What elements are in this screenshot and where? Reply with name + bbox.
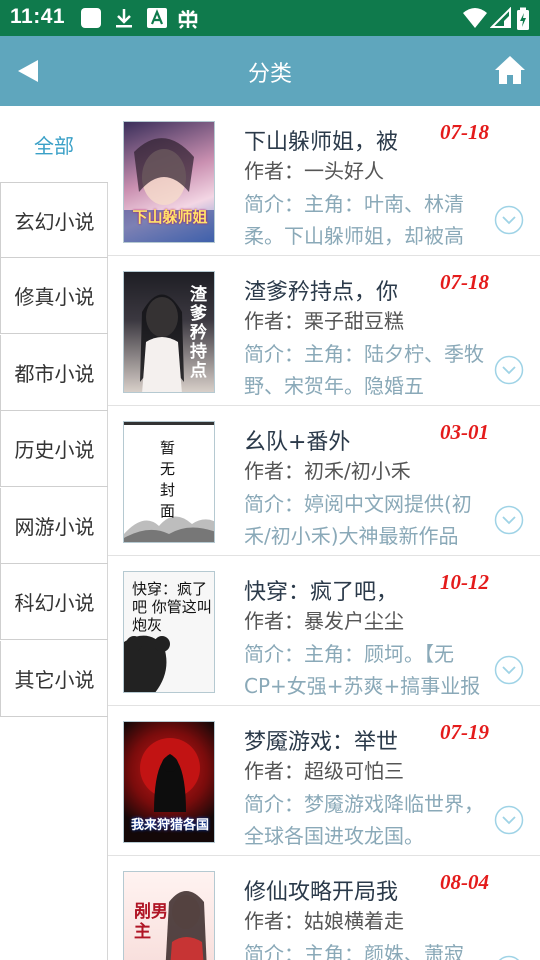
book-item[interactable]: 快穿：疯了吧 你管这叫炮灰 快穿：疯了吧， 10-12 作者：暴发户尘尘 简介：… [108,556,540,706]
book-cover[interactable]: 暂无封面 [123,421,215,543]
book-cover[interactable]: 剐男主 [123,871,215,960]
cover-title: 剐男主 [134,902,168,942]
cover-title: 快穿：疯了吧 你管这叫炮灰 [132,580,212,634]
battery-icon [516,7,530,35]
category-lishi[interactable]: 历史小说 [0,411,108,487]
category-xiuzhen[interactable]: 修真小说 [0,258,108,334]
book-intro: 简介：婷阅中文网提供(初禾/初小禾)大神最新作品 [244,492,472,548]
book-date: 08-04 [440,870,489,894]
book-title: 梦魇游戏：举世 [244,730,399,755]
expand-button[interactable] [494,955,524,960]
app-notification-icon [80,7,102,33]
book-intro: 简介：主角：顾坷。【无CP+女强+苏爽+搞事业报 [244,642,481,698]
book-item[interactable]: 下山躲师姐 下山躲师姐，被 07-18 作者：一头好人 简介：主角：叶南、林清柔… [108,106,540,256]
book-title: 下山躲师姐，被 [244,130,399,155]
bug-app-icon [176,7,200,35]
category-kehuan[interactable]: 科幻小说 [0,564,108,640]
category-sidebar: 全部 玄幻小说 修真小说 都市小说 历史小说 网游小说 科幻小说 其它小说 [0,106,108,960]
book-title: 幺队+番外 [244,430,351,455]
status-time: 11:41 [10,5,66,28]
book-date: 03-01 [440,420,489,444]
font-app-icon [146,7,168,33]
home-icon [495,56,525,84]
cover-title: 我来狩猎各国 [130,818,209,833]
cover-title: 渣爹矜持点 [190,285,207,381]
book-title: 快穿：疯了吧， [244,580,399,605]
book-date: 07-18 [440,120,489,144]
book-list: 下山躲师姐 下山躲师姐，被 07-18 作者：一头好人 简介：主角：叶南、林清柔… [108,106,540,960]
app-header: 分类 [0,36,540,106]
book-intro: 简介：主角：颜姝、萧寂 [244,942,464,960]
home-button[interactable] [494,54,526,86]
book-date: 07-18 [440,270,489,294]
expand-button[interactable] [494,505,524,535]
category-xuanhuan[interactable]: 玄幻小说 [0,182,108,258]
book-title: 渣爹矜持点，你 [244,280,399,305]
chevron-down-circle-icon [494,355,524,385]
book-item[interactable]: 渣爹矜持点 渣爹矜持点，你 07-18 作者：栗子甜豆糕 简介：主角：陆夕柠、季… [108,256,540,406]
cover-title: 下山躲师姐 [132,208,208,226]
expand-button[interactable] [494,655,524,685]
book-cover[interactable]: 下山躲师姐 [123,121,215,243]
cover-title: 暂无封面 [160,439,176,520]
download-icon [113,7,135,33]
page-title: 分类 [247,62,292,87]
book-intro: 简介：主角：叶南、林清柔。下山躲师姐，却被高 [244,192,464,248]
book-author: 作者：一头好人 [244,159,384,183]
book-cover[interactable]: 快穿：疯了吧 你管这叫炮灰 [123,571,215,693]
chevron-down-circle-icon [498,955,520,960]
chevron-down-circle-icon [494,655,524,685]
expand-button[interactable] [494,805,524,835]
category-all[interactable]: 全部 [0,106,108,182]
chevron-down-circle-icon [494,205,524,235]
category-dushi[interactable]: 都市小说 [0,335,108,411]
book-author: 作者：超级可怕三 [244,759,404,783]
book-cover[interactable]: 我来狩猎各国 [123,721,215,843]
status-bar: 11:41 [0,0,540,36]
book-item[interactable]: 暂无封面 幺队+番外 03-01 作者：初禾/初小禾 简介：婷阅中文网提供(初禾… [108,406,540,556]
book-item[interactable]: 我来狩猎各国 梦魇游戏：举世 07-19 作者：超级可怕三 简介：梦魇游戏降临世… [108,706,540,856]
chevron-down-circle-icon [494,505,524,535]
wifi-icon [462,7,488,33]
book-author: 作者：初禾/初小禾 [244,459,411,483]
expand-button[interactable] [494,355,524,385]
expand-button[interactable] [494,205,524,235]
book-author: 作者：栗子甜豆糕 [244,309,404,333]
category-qita[interactable]: 其它小说 [0,641,108,717]
book-author: 作者：暴发户尘尘 [244,609,404,633]
book-cover[interactable]: 渣爹矜持点 [123,271,215,393]
book-author: 作者：姑娘横着走 [244,909,404,933]
chevron-down-circle-icon [494,805,524,835]
book-item[interactable]: 剐男主 修仙攻略开局我 08-04 作者：姑娘横着走 简介：主角：颜姝、萧寂 [108,856,540,960]
book-intro: 简介：梦魇游戏降临世界，全球各国进攻龙国。 [244,792,484,848]
book-title: 修仙攻略开局我 [244,880,399,905]
book-date: 07-19 [440,720,489,744]
book-intro: 简介：主角：陆夕柠、季牧野、宋贺年。隐婚五 [244,342,484,398]
book-date: 10-12 [440,570,489,594]
category-wangyou[interactable]: 网游小说 [0,488,108,564]
signal-icon [489,6,512,33]
